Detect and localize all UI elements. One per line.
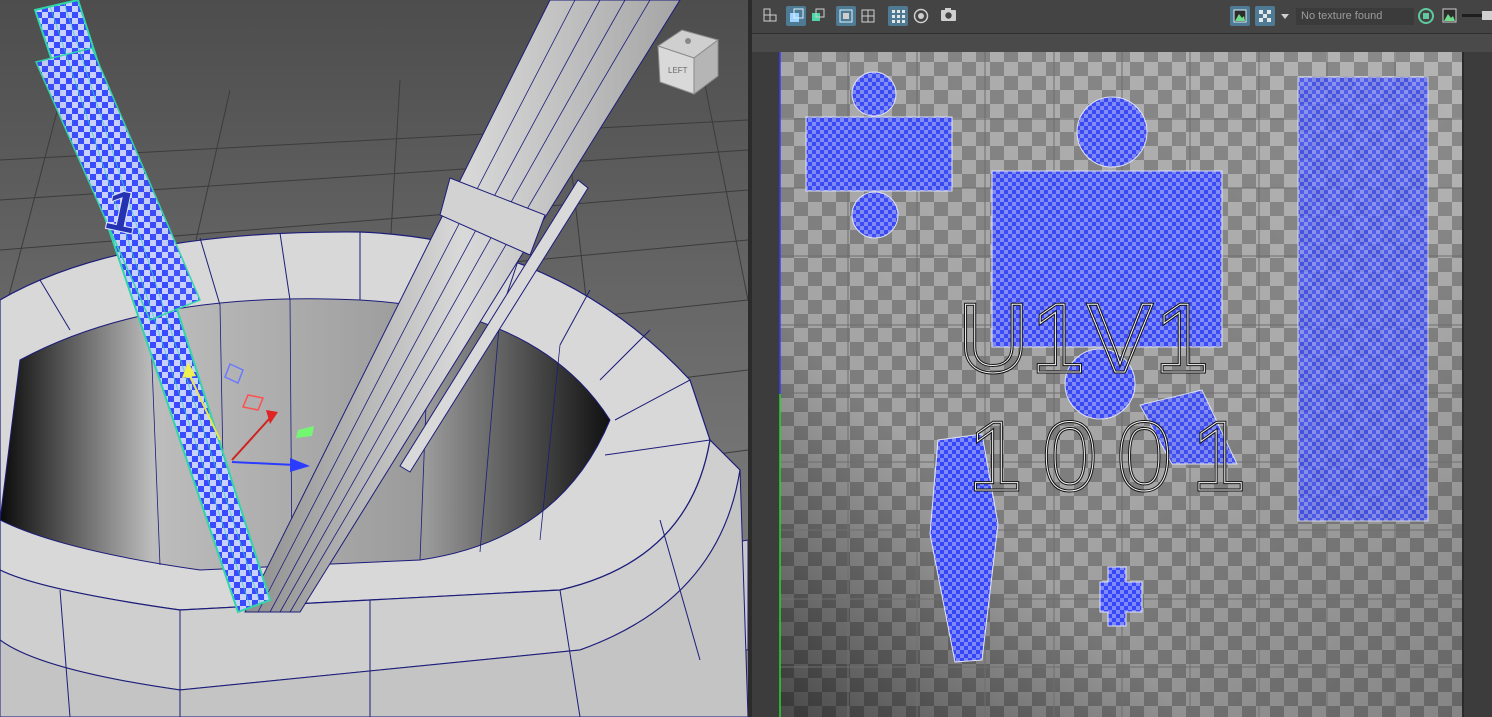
- udim-tile-label-highlight: 1001: [968, 401, 1266, 511]
- view-cube-label: LEFT: [668, 66, 688, 75]
- uv-ruler: [752, 34, 1492, 52]
- uv-canvas[interactable]: U1V1 U1V1 1001 1001: [752, 34, 1492, 717]
- uv-shell[interactable]: [1076, 96, 1148, 168]
- perspective-viewport[interactable]: 1 LEFT: [0, 0, 748, 717]
- uv-grid-icon[interactable]: [861, 9, 875, 23]
- uv-tile-label-highlight: U1V1: [958, 283, 1211, 393]
- uv-shell[interactable]: [805, 116, 953, 192]
- texture-status-field[interactable]: No texture found: [1296, 8, 1414, 25]
- refresh-icon[interactable]: [1418, 8, 1434, 24]
- uv-shell[interactable]: [851, 191, 899, 239]
- uv-shell[interactable]: [851, 71, 897, 117]
- uv-frame-icon[interactable]: [836, 6, 856, 26]
- uv-shade-icon[interactable]: [913, 8, 929, 24]
- viewport-canvas[interactable]: 1 LEFT: [0, 0, 748, 717]
- uv-shell-icon[interactable]: [763, 8, 777, 22]
- exposure-slider[interactable]: [1462, 11, 1492, 20]
- dropdown-icon[interactable]: [1281, 14, 1289, 19]
- uv-pixel-snap-icon[interactable]: [888, 6, 908, 26]
- uv-editor-panel: No texture found U1V1 U1V1 1001 1001: [752, 0, 1492, 717]
- uv-toolbar: No texture found: [752, 0, 1492, 34]
- uv-snapshot-icon[interactable]: [941, 8, 956, 21]
- checker-icon[interactable]: [1255, 6, 1275, 26]
- uv-select-icon[interactable]: [786, 6, 806, 26]
- image-icon[interactable]: [1442, 8, 1457, 23]
- display-image-icon[interactable]: [1230, 6, 1250, 26]
- uv-move-icon[interactable]: [812, 8, 825, 21]
- uv-shell[interactable]: [1297, 76, 1429, 522]
